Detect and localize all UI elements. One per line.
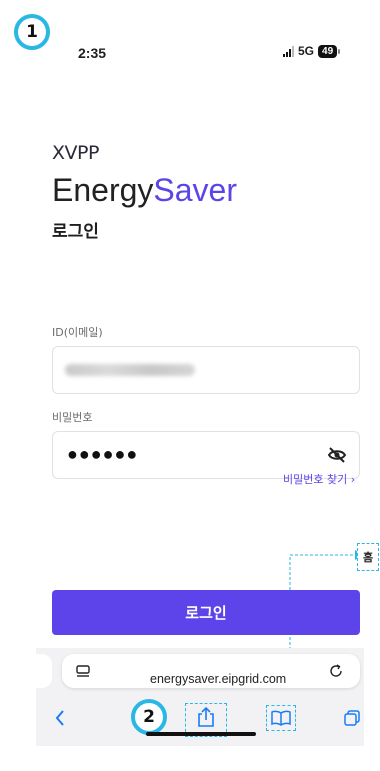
page-menu-icon[interactable] <box>75 664 91 680</box>
previous-tab-sliver[interactable] <box>36 654 52 688</box>
share-icon[interactable] <box>197 706 215 728</box>
home-screen-tag: 홈 <box>357 543 379 571</box>
bookmarks-icon[interactable] <box>270 709 292 727</box>
step-marker-2-number: 2 <box>143 707 155 727</box>
step-marker-2: 2 <box>131 699 167 735</box>
tabs-icon[interactable] <box>343 709 361 727</box>
home-indicator <box>146 732 256 736</box>
back-icon[interactable] <box>54 709 66 727</box>
reload-icon[interactable] <box>328 663 344 679</box>
url-text: energysaver.eipgrid.com <box>150 672 287 686</box>
login-button[interactable]: 로그인 <box>52 590 360 635</box>
home-screen-tag-label: 홈 <box>362 551 374 564</box>
